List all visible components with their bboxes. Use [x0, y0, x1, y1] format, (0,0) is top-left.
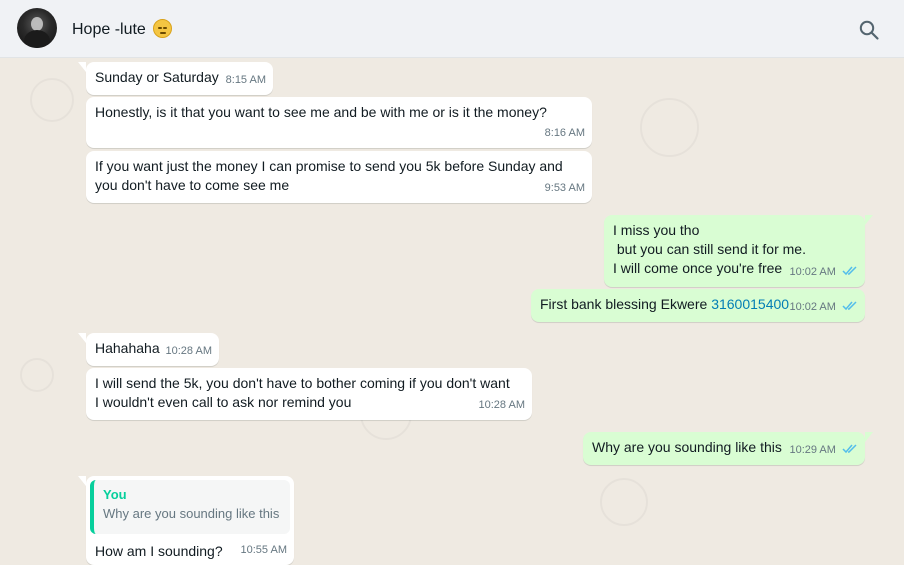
- message-time: 8:15 AM: [225, 74, 266, 86]
- background-doodle: [640, 98, 699, 157]
- message-text-line: I wouldn't even call to ask nor remind y…: [95, 394, 352, 410]
- double-check-read-icon: [842, 266, 857, 276]
- message-time: 10:02 AM: [789, 298, 858, 317]
- contact-name-text: Hope -lute: [72, 21, 146, 38]
- message-time: 10:28 AM: [478, 399, 525, 411]
- quoted-message[interactable]: You Why are you sounding like this: [90, 480, 290, 534]
- incoming-message[interactable]: Honestly, is it that you want to see me …: [86, 97, 592, 148]
- incoming-message[interactable]: If you want just the money I can promise…: [86, 151, 592, 203]
- search-button[interactable]: [858, 19, 880, 41]
- chat-header: Hope -lute: [0, 0, 904, 58]
- message-time-text: 10:02 AM: [789, 266, 836, 278]
- bubble-tail: [865, 215, 873, 225]
- bubble-tail: [78, 62, 86, 72]
- incoming-message[interactable]: I will send the 5k, you don't have to bo…: [86, 368, 532, 420]
- quote-author: You: [103, 487, 127, 502]
- message-time: 10:02 AM: [789, 263, 858, 282]
- background-doodle: [30, 78, 74, 122]
- outgoing-message[interactable]: Why are you sounding like this 10:29 AM: [583, 432, 873, 465]
- message-text: First bank blessing Ekwere: [540, 296, 708, 312]
- message-text: Why are you sounding like this: [592, 439, 782, 455]
- incoming-reply-message[interactable]: You Why are you sounding like this How a…: [78, 476, 294, 565]
- message-text-line: you don't have to come see me: [95, 177, 290, 193]
- message-text: Sunday or Saturday: [95, 69, 219, 85]
- background-doodle: [20, 358, 54, 392]
- message-text-line: If you want just the money I can promise…: [95, 158, 563, 174]
- message-text: Honestly, is it that you want to see me …: [95, 104, 547, 120]
- contact-name[interactable]: Hope -lute: [72, 19, 173, 39]
- message-text-line: I miss you tho: [613, 222, 700, 238]
- quote-text: Why are you sounding like this: [103, 506, 280, 521]
- message-time: 10:29 AM: [789, 441, 858, 460]
- message-time: 10:55 AM: [240, 544, 287, 556]
- message-time: 8:16 AM: [544, 127, 585, 139]
- outgoing-message[interactable]: I miss you tho but you can still send it…: [604, 215, 873, 287]
- double-check-read-icon: [842, 301, 857, 311]
- pensive-face-emoji-icon: [153, 19, 173, 38]
- incoming-message[interactable]: Hahahaha 10:28 AM: [78, 333, 219, 366]
- message-time: 9:53 AM: [544, 182, 585, 194]
- message-text: Hahahaha: [95, 340, 160, 356]
- double-check-read-icon: [842, 444, 857, 454]
- contact-avatar[interactable]: [17, 8, 57, 48]
- message-time-text: 10:29 AM: [789, 444, 836, 456]
- bubble-tail: [865, 432, 873, 442]
- message-link[interactable]: 3160015400: [711, 296, 789, 312]
- background-doodle: [600, 478, 648, 526]
- incoming-message[interactable]: Sunday or Saturday 8:15 AM: [78, 62, 273, 95]
- message-text-line: I will send the 5k, you don't have to bo…: [95, 375, 510, 391]
- message-time: 10:28 AM: [165, 345, 212, 357]
- message-text-line: but you can still send it for me.: [613, 241, 806, 257]
- search-icon: [859, 20, 879, 40]
- message-list[interactable]: Sunday or Saturday 8:15 AM Honestly, is …: [0, 58, 904, 565]
- message-time-text: 10:02 AM: [789, 301, 836, 313]
- outgoing-message[interactable]: First bank blessing Ekwere 3160015400 10…: [531, 289, 865, 322]
- bubble-tail: [78, 476, 86, 486]
- avatar-face: [31, 17, 43, 31]
- avatar-body: [24, 30, 50, 48]
- bubble-tail: [78, 333, 86, 343]
